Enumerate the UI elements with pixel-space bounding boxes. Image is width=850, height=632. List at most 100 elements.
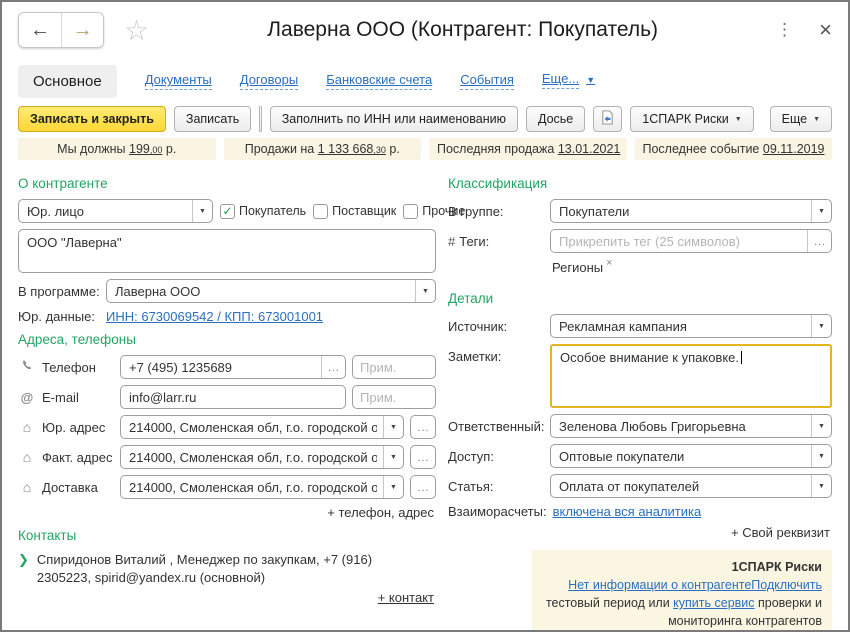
- article-select[interactable]: Оплата от покупателей ▼: [550, 474, 832, 498]
- tab-contracts[interactable]: Договоры: [240, 72, 298, 90]
- phone-note-input[interactable]: [352, 355, 436, 379]
- email-field[interactable]: info@larr.ru: [120, 385, 346, 409]
- notes-label-text: Заметки:: [448, 349, 501, 364]
- legal-data-label: Юр. данные:: [18, 309, 100, 324]
- dropdown-button[interactable]: ▼: [811, 475, 831, 497]
- spark-risks-button[interactable]: 1СПАРК Риски ▼: [630, 106, 753, 132]
- tags-input[interactable]: [551, 230, 801, 252]
- fill-by-inn-button[interactable]: Заполнить по ИНН или наименованию: [270, 106, 518, 132]
- back-button[interactable]: ←: [19, 13, 61, 47]
- legal-type-select[interactable]: Юр. лицо ▼: [18, 199, 213, 223]
- access-select[interactable]: Оптовые покупатели ▼: [550, 444, 832, 468]
- forward-button[interactable]: →: [61, 13, 103, 47]
- dropdown-button[interactable]: ▼: [192, 200, 212, 222]
- spark-text-1: тестовый период или: [546, 596, 673, 610]
- settlements-analytics-link[interactable]: включена вся аналитика: [553, 504, 702, 519]
- ellipsis-button[interactable]: …: [807, 230, 831, 252]
- save-button[interactable]: Записать: [174, 106, 251, 132]
- settlements-row: Взаиморасчеты: включена вся аналитика: [448, 504, 832, 519]
- add-contact-link[interactable]: + контакт: [18, 590, 434, 605]
- dossier-button[interactable]: Досье: [526, 106, 585, 132]
- source-select[interactable]: Рекламная кампания ▼: [550, 314, 832, 338]
- status-label: Мы должны: [57, 142, 125, 156]
- group-value: Покупатели: [559, 204, 805, 219]
- tags-field[interactable]: …: [550, 229, 832, 253]
- legal-address-value: 214000, Смоленская обл, г.о. городской о…: [129, 420, 377, 435]
- checkbox-supplier[interactable]: Поставщик: [313, 204, 396, 219]
- delivery-address-field[interactable]: 214000, Смоленская обл, г.о. городской о…: [120, 475, 404, 499]
- dropdown-button[interactable]: ▼: [811, 200, 831, 222]
- create-based-on-button[interactable]: ▼: [260, 107, 261, 131]
- counterparty-window: ← → ☆ Лаверна ООО (Контрагент: Покупател…: [0, 0, 850, 632]
- save-close-button[interactable]: Записать и закрыть: [18, 106, 166, 132]
- no-counterparty-info-link[interactable]: Нет информации о контрагенте: [568, 578, 751, 592]
- connect-trial-link[interactable]: Подключить: [751, 578, 822, 592]
- contact-item[interactable]: ❯ Спиридонов Виталий , Менеджер по закуп…: [18, 551, 436, 586]
- chevron-down-icon: ▼: [422, 288, 429, 295]
- chevron-down-icon: ▼: [818, 208, 825, 215]
- status-value-link[interactable]: 199,00: [129, 142, 162, 156]
- email-value: info@larr.ru: [129, 390, 345, 405]
- group-label-text: В группе:: [448, 204, 504, 219]
- form-content: О контрагенте Юр. лицо ▼ ✓ Покупатель По…: [2, 164, 848, 632]
- in-program-value: Лаверна ООО: [115, 284, 409, 299]
- section-details-header: Детали: [448, 291, 832, 306]
- dropdown-button[interactable]: ▼: [383, 416, 403, 438]
- tab-documents[interactable]: Документы: [145, 72, 212, 90]
- dropdown-button[interactable]: ▼: [811, 445, 831, 467]
- document-exchange-button[interactable]: [593, 106, 622, 132]
- dropdown-button[interactable]: ▼: [383, 476, 403, 498]
- favorite-star-icon[interactable]: ☆: [124, 14, 149, 47]
- notes-textarea[interactable]: Особое внимание к упаковке.: [550, 344, 832, 408]
- dropdown-button[interactable]: ▼: [383, 446, 403, 468]
- article-label-text: Статья:: [448, 479, 494, 494]
- email-label: E-mail: [42, 390, 114, 405]
- ellipsis-button[interactable]: …: [410, 475, 436, 499]
- ellipsis-button[interactable]: …: [321, 356, 345, 378]
- status-value-link[interactable]: 09.11.2019: [763, 142, 825, 156]
- checkbox-box: [403, 204, 418, 219]
- dropdown-button[interactable]: ▼: [811, 315, 831, 337]
- kebab-menu-icon[interactable]: ⋮: [776, 20, 793, 40]
- full-name-textarea[interactable]: ООО "Лаверна": [18, 229, 436, 273]
- in-program-label: В программе:: [18, 284, 100, 299]
- status-value: 1 133 668: [318, 142, 374, 156]
- ellipsis-button[interactable]: …: [410, 415, 436, 439]
- responsible-label-text: Ответственный:: [448, 419, 544, 434]
- dropdown-button[interactable]: ▼: [415, 280, 435, 302]
- buy-service-link[interactable]: купить сервис: [673, 596, 754, 610]
- checkbox-buyer[interactable]: ✓ Покупатель: [220, 204, 306, 219]
- add-custom-field-link[interactable]: + Свой реквизит: [448, 525, 830, 540]
- notes-text: Особое внимание к упаковке.: [560, 350, 739, 365]
- responsible-select[interactable]: Зеленова Любовь Григорьевна ▼: [550, 414, 832, 438]
- tab-main[interactable]: Основное: [18, 65, 117, 98]
- phone-label: Телефон: [42, 360, 114, 375]
- source-row: Источник: Рекламная кампания ▼: [448, 314, 832, 338]
- in-program-select[interactable]: Лаверна ООО ▼: [106, 279, 436, 303]
- inn-kpp-link[interactable]: ИНН: 6730069542 / КПП: 673001001: [106, 309, 323, 324]
- chevron-down-icon: ▼: [813, 116, 820, 123]
- tag-chip-label: Регионы: [552, 260, 603, 275]
- tags-row: # Теги: …: [448, 229, 832, 253]
- add-phone-address-link[interactable]: + телефон, адрес: [18, 505, 434, 520]
- house-icon: ⌂: [18, 479, 36, 495]
- remove-tag-icon[interactable]: ×: [606, 257, 612, 269]
- toolbar-icon-group: ▼ ▼: [259, 106, 261, 132]
- status-suffix: р.: [389, 142, 399, 156]
- dropdown-button[interactable]: ▼: [811, 415, 831, 437]
- group-select[interactable]: Покупатели ▼: [550, 199, 832, 223]
- status-value-link[interactable]: 13.01.2021: [558, 142, 621, 156]
- notes-row: Заметки: Особое внимание к упаковке.: [448, 344, 832, 408]
- ellipsis-button[interactable]: …: [410, 445, 436, 469]
- tab-bank-accounts[interactable]: Банковские счета: [326, 72, 432, 90]
- tab-events[interactable]: События: [460, 72, 514, 90]
- legal-address-field[interactable]: 214000, Смоленская обл, г.о. городской о…: [120, 415, 404, 439]
- more-button[interactable]: Еще ▼: [770, 106, 832, 132]
- more-label: Еще: [782, 112, 807, 126]
- email-note-input[interactable]: [352, 385, 436, 409]
- phone-field[interactable]: +7 (495) 1235689 …: [120, 355, 346, 379]
- close-icon[interactable]: ×: [819, 19, 832, 41]
- status-value-link[interactable]: 1 133 668,30: [318, 142, 386, 156]
- tab-more[interactable]: Еще... ▼: [542, 71, 595, 91]
- actual-address-field[interactable]: 214000, Смоленская обл, г.о. городской о…: [120, 445, 404, 469]
